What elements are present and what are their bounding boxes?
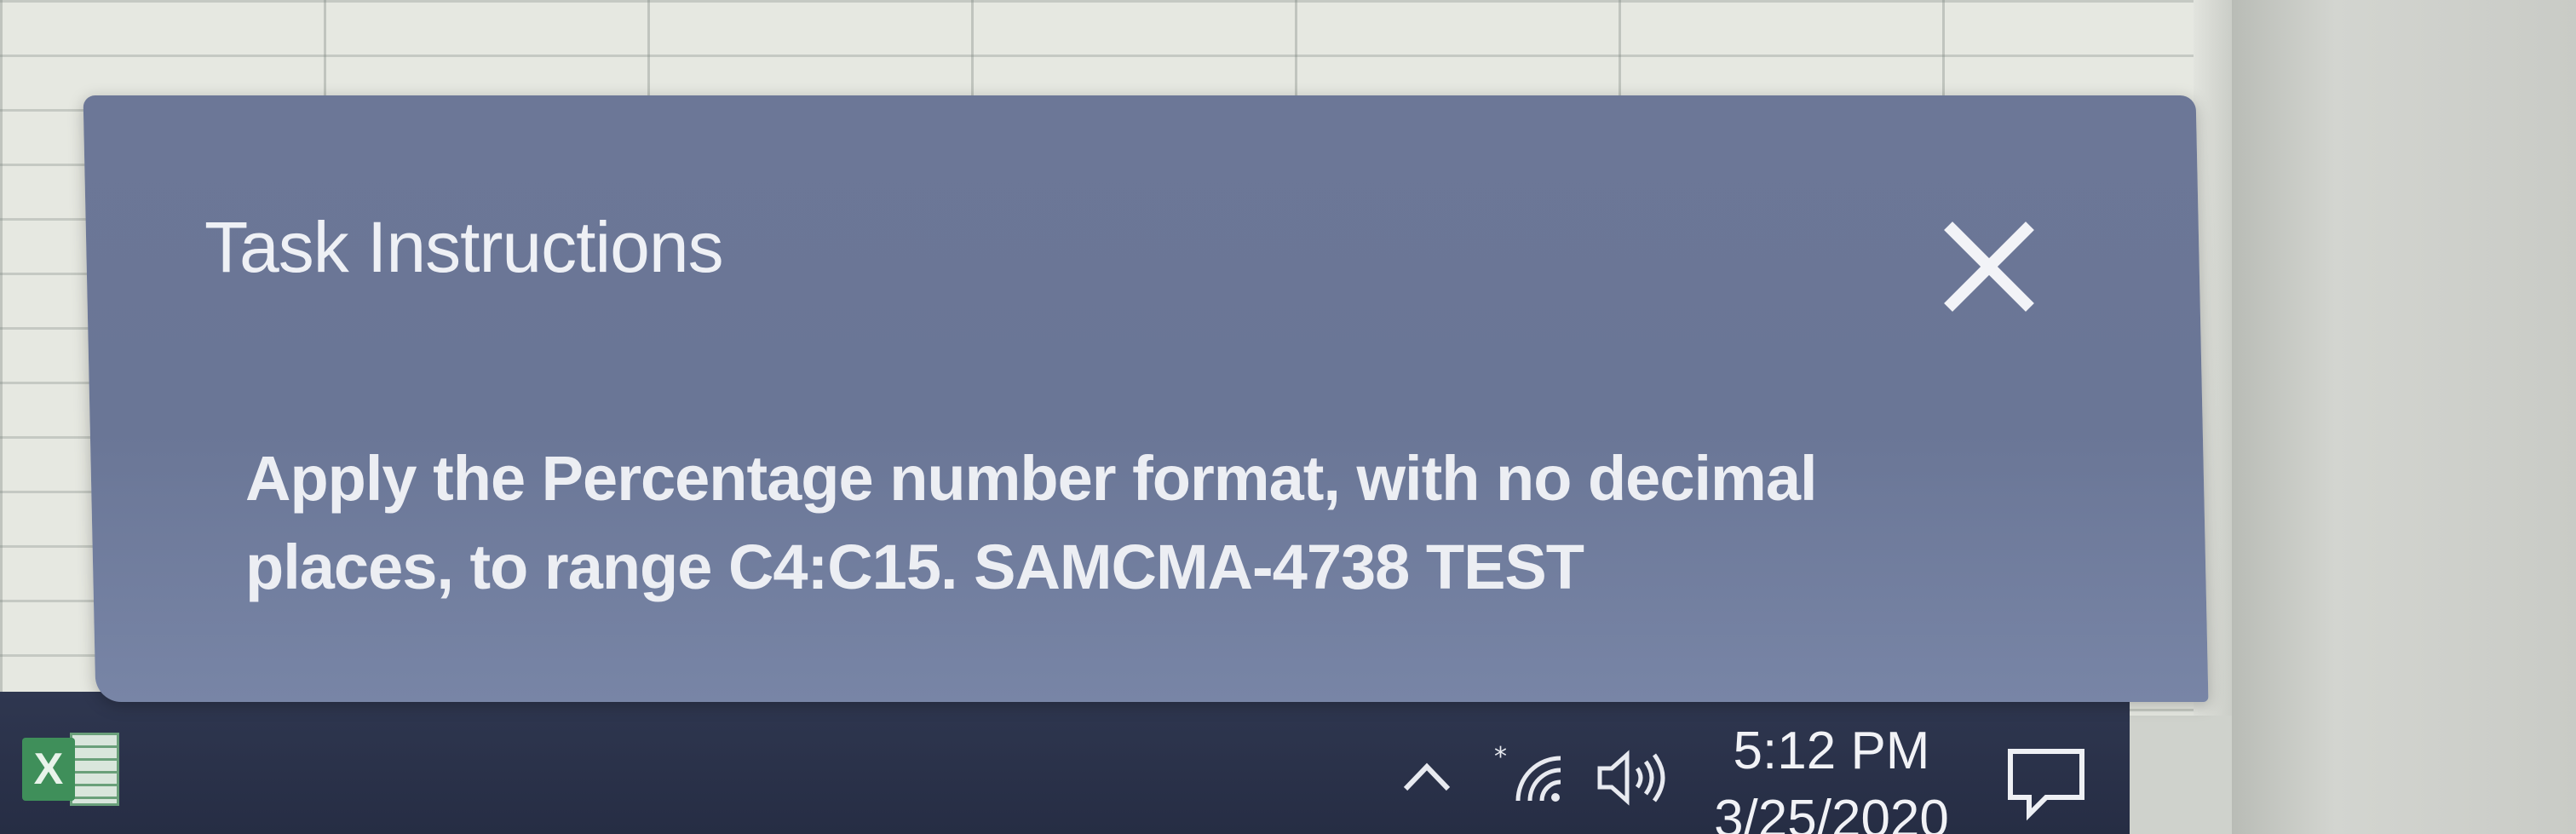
instruction-line-1: Apply the Percentage number format, with… [245,443,1818,514]
monitor-bezel [2232,0,2576,834]
speaker-icon [1597,750,1665,806]
clock[interactable]: 5:12 PM 3/25/2020 [1695,717,1968,834]
volume-button[interactable] [1593,748,1670,808]
clock-date: 3/25/2020 [1714,790,1949,834]
network-button[interactable]: * [1492,741,1569,809]
close-x-icon [1944,221,2034,312]
dialog-title: Task Instructions [204,207,724,287]
instruction-line-2: places, to range C4:C15. SAMCMA-4738 TES… [245,532,1584,602]
close-button[interactable] [1942,220,2036,313]
svg-text:*: * [1494,742,1507,772]
action-center-icon [2008,749,2084,821]
show-hidden-icons-button[interactable] [1397,751,1457,802]
action-center-button[interactable] [2004,745,2089,821]
clock-time: 5:12 PM [1733,722,1930,780]
wifi-icon: * [1494,742,1561,802]
excel-icon: X [22,738,75,801]
task-instruction-text: Apply the Percentage number format, with… [245,434,1992,612]
excel-taskbar-button[interactable]: X [22,733,124,809]
chevron-up-icon [1403,762,1451,791]
excel-grid-icon [70,733,119,806]
